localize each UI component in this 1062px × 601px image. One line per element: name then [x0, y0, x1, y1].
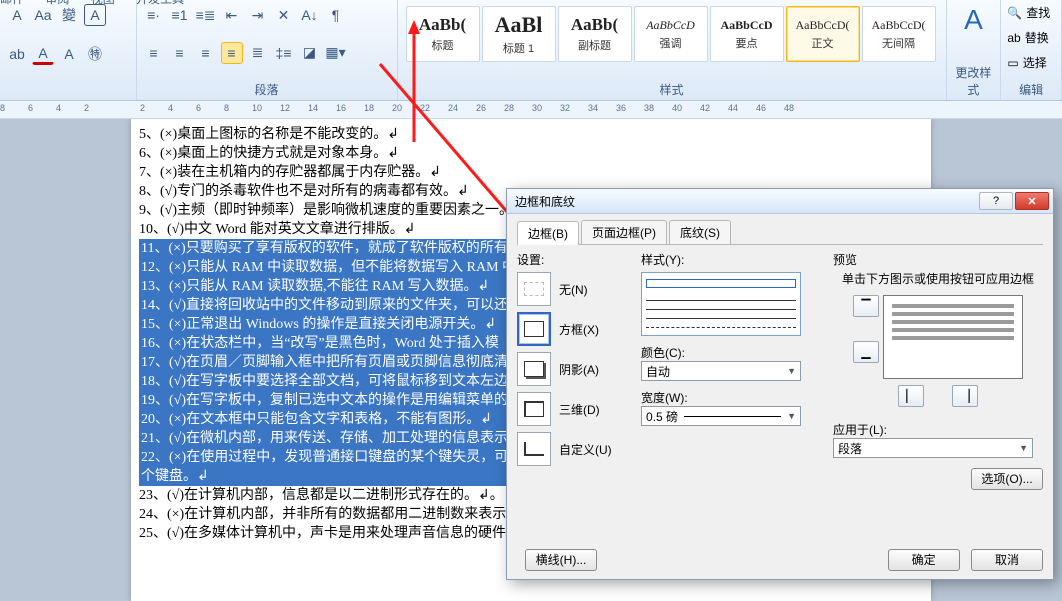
color-combo[interactable]: 自动▼ — [641, 361, 801, 381]
style-副标题[interactable]: AaBb(副标题 — [558, 6, 632, 62]
style-强调[interactable]: AaBbCcD强调 — [634, 6, 708, 62]
asian-layout-icon[interactable]: ✕ — [273, 4, 295, 26]
find-label[interactable]: 查找 — [1026, 4, 1050, 21]
style-gallery[interactable]: AaBb(标题AaBl标题 1AaBb(副标题AaBbCcD强调AaBbCcD要… — [404, 4, 940, 79]
doc-line[interactable]: 6、(×)桌面上的快捷方式就是对象本身。↲ — [139, 144, 923, 163]
char-shading-icon[interactable]: A — [58, 43, 80, 65]
numbering-icon[interactable]: ≡1 — [169, 4, 191, 26]
line-spacing-icon[interactable]: ‡≡ — [273, 42, 295, 64]
border-left-button[interactable]: ▏ — [898, 385, 924, 407]
style-要点[interactable]: AaBbCcD要点 — [710, 6, 784, 62]
change-style-label[interactable]: 更改样式 — [953, 62, 995, 98]
style-标题 1[interactable]: AaBl标题 1 — [482, 6, 556, 62]
apply-combo[interactable]: 段落▼ — [833, 438, 1033, 458]
paragraph-group-label: 段落 — [143, 79, 391, 98]
hline-button[interactable]: 横线(H)... — [525, 549, 597, 571]
align-center-icon[interactable]: ≡ — [169, 42, 191, 64]
align-left-icon[interactable]: ≡ — [143, 42, 165, 64]
setting-none[interactable]: 无(N) — [517, 272, 629, 306]
select-icon[interactable]: ▭ — [1007, 56, 1018, 70]
tab-dev[interactable]: 开发工具 — [136, 0, 184, 6]
setting-shadow[interactable]: 阴影(A) — [517, 352, 629, 386]
style-无间隔[interactable]: AaBbCcD(无间隔 — [862, 6, 936, 62]
tab-review[interactable]: 审阅 — [45, 0, 69, 6]
main-tabs: 邮件 审阅 视图 开发工具 — [0, 0, 202, 7]
char-border-icon[interactable]: A — [84, 4, 106, 26]
dialog-tabs: 边框(B) 页面边框(P) 底纹(S) — [517, 220, 1043, 245]
dialog-titlebar[interactable]: 边框和底纹 ? ✕ — [507, 189, 1053, 214]
sort-icon[interactable]: A↓ — [299, 4, 321, 26]
width-combo[interactable]: 0.5 磅 ▼ — [641, 406, 801, 426]
style-label: 样式(Y): — [641, 251, 821, 268]
ok-button[interactable]: 确定 — [888, 549, 960, 571]
cancel-button[interactable]: 取消 — [971, 549, 1043, 571]
line-style-list[interactable] — [641, 272, 801, 336]
indent-dec-icon[interactable]: ⇤ — [221, 4, 243, 26]
width-label: 宽度(W): — [641, 389, 821, 406]
setting-custom[interactable]: 自定义(U) — [517, 432, 629, 466]
align-right-icon[interactable]: ≡ — [195, 42, 217, 64]
help-button[interactable]: ? — [979, 192, 1013, 210]
justify-icon[interactable]: ≡ — [221, 42, 243, 64]
doc-line[interactable]: 5、(×)桌面上图标的名称是不能改变的。↲ — [139, 125, 923, 144]
multilevel-icon[interactable]: ≡≣ — [195, 4, 217, 26]
border-bottom-button[interactable]: ▁ — [853, 341, 879, 363]
tab-mail[interactable]: 邮件 — [0, 0, 24, 6]
distribute-icon[interactable]: ≣ — [247, 42, 269, 64]
preview-hint: 单击下方图示或使用按钮可应用边框 — [833, 272, 1043, 287]
border-right-button[interactable]: ▕ — [952, 385, 978, 407]
preview-doc[interactable] — [883, 295, 1023, 379]
doc-line[interactable]: 7、(×)装在主机箱内的存贮器都属于内存贮器。↲ — [139, 163, 923, 182]
change-style-icon[interactable]: A — [953, 4, 995, 36]
style-标题[interactable]: AaBb(标题 — [406, 6, 480, 62]
font-color-icon[interactable]: A — [32, 43, 54, 65]
style-正文[interactable]: AaBbCcD(正文 — [786, 6, 860, 62]
shading-icon[interactable]: ◪ — [299, 42, 321, 64]
ruler[interactable]: 8642246810121416182022242628303234363840… — [0, 101, 1062, 119]
indent-inc-icon[interactable]: ⇥ — [247, 4, 269, 26]
font-group-label — [6, 82, 130, 98]
borders-dialog: 边框和底纹 ? ✕ 边框(B) 页面边框(P) 底纹(S) 设置: 无(N) 方… — [506, 188, 1054, 580]
setting-3d[interactable]: 三维(D) — [517, 392, 629, 426]
edit-group-label: 编辑 — [1007, 79, 1055, 98]
phonetic-icon[interactable]: 變 — [58, 4, 80, 26]
dialog-title: 边框和底纹 — [515, 193, 575, 210]
setting-box[interactable]: 方框(X) — [517, 312, 629, 346]
close-button[interactable]: ✕ — [1015, 192, 1049, 210]
tab-view[interactable]: 视图 — [91, 0, 115, 6]
settings-label: 设置: — [517, 251, 629, 268]
tab-borders[interactable]: 边框(B) — [517, 221, 579, 245]
styles-group-label: 样式 — [404, 79, 940, 98]
tab-shading[interactable]: 底纹(S) — [669, 220, 731, 244]
ribbon: 邮件 审阅 视图 开发工具 A Aa 變 A ab A A ㊕ ≡· — [0, 0, 1062, 101]
options-button[interactable]: 选项(O)... — [971, 468, 1043, 490]
select-label[interactable]: 选择 — [1023, 54, 1047, 71]
replace-label[interactable]: 替换 — [1025, 29, 1049, 46]
color-label: 颜色(C): — [641, 344, 821, 361]
highlight-icon[interactable]: ab — [6, 43, 28, 65]
decrease-font-icon[interactable]: A — [6, 4, 28, 26]
tab-page-border[interactable]: 页面边框(P) — [581, 220, 667, 244]
find-icon[interactable]: 🔍 — [1007, 6, 1022, 20]
borders-icon[interactable]: ▦▾ — [325, 42, 347, 64]
apply-label: 应用于(L): — [833, 421, 1043, 438]
enclose-icon[interactable]: ㊕ — [84, 43, 106, 65]
bullets-icon[interactable]: ≡· — [143, 4, 165, 26]
preview-label: 预览 — [833, 251, 1043, 268]
replace-icon[interactable]: ab — [1007, 31, 1020, 45]
border-top-button[interactable]: ▔ — [853, 295, 879, 317]
change-case-icon[interactable]: Aa — [32, 4, 54, 26]
show-marks-icon[interactable]: ¶ — [325, 4, 347, 26]
